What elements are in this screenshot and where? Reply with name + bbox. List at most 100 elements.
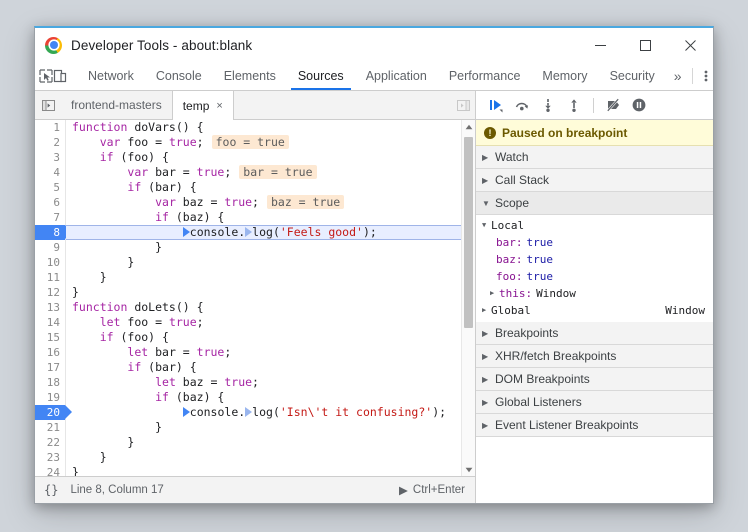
code-text[interactable]: function doVars() { var foo = true; foo =… [66, 120, 461, 476]
more-tabs-icon[interactable]: » [666, 62, 690, 90]
code-line[interactable]: } [66, 465, 461, 476]
line-number[interactable]: 9 [35, 240, 65, 255]
code-line[interactable]: if (bar) { [66, 180, 461, 195]
line-number[interactable]: 22 [35, 435, 65, 450]
code-line[interactable]: let bar = true; [66, 345, 461, 360]
run-snippet-hint[interactable]: ▶ Ctrl+Enter [399, 483, 475, 497]
file-tab-temp[interactable]: temp × [171, 91, 234, 120]
tab-console[interactable]: Console [145, 62, 213, 90]
code-line[interactable]: if (foo) { [66, 330, 461, 345]
line-number[interactable]: 13 [35, 300, 65, 315]
code-line-current[interactable]: console. log('Feels good'); [66, 225, 461, 240]
close-icon[interactable] [668, 28, 713, 62]
code-line[interactable]: function doLets() { [66, 300, 461, 315]
tab-performance[interactable]: Performance [438, 62, 532, 90]
deactivate-breakpoints-icon[interactable] [601, 93, 625, 117]
code-line[interactable]: var bar = true; bar = true [66, 165, 461, 180]
minimize-icon[interactable] [578, 28, 623, 62]
inspect-element-icon[interactable] [39, 62, 53, 90]
sidebar-section-watch[interactable]: ▶ Watch [476, 146, 713, 169]
pause-on-exceptions-icon[interactable] [627, 93, 651, 117]
scrollbar-track[interactable] [462, 133, 475, 463]
line-number[interactable]: 10 [35, 255, 65, 270]
pretty-print-button[interactable]: {} [35, 483, 67, 497]
code-line[interactable]: let foo = true; [66, 315, 461, 330]
step-into-next-function-call-icon[interactable] [536, 93, 560, 117]
tab-sources[interactable]: Sources [287, 62, 355, 90]
sidebar-section-event-listener-breakpoints[interactable]: ▶ Event Listener Breakpoints [476, 414, 713, 437]
scope-local-node[interactable]: ▼ Local [476, 217, 713, 234]
line-number[interactable]: 18 [35, 375, 65, 390]
line-number[interactable]: 6 [35, 195, 65, 210]
tab-security[interactable]: Security [599, 62, 666, 90]
inline-breakpoint-icon[interactable] [182, 227, 190, 238]
line-number[interactable]: 5 [35, 180, 65, 195]
tab-memory[interactable]: Memory [531, 62, 598, 90]
device-toolbar-icon[interactable] [53, 62, 67, 90]
code-line[interactable]: } [66, 270, 461, 285]
code-line[interactable]: } [66, 240, 461, 255]
line-number[interactable]: 24 [35, 465, 65, 476]
code-line[interactable]: if (bar) { [66, 360, 461, 375]
line-number[interactable]: 7 [35, 210, 65, 225]
code-line[interactable]: if (foo) { [66, 150, 461, 165]
code-line[interactable]: } [66, 285, 461, 300]
line-number[interactable]: 4 [35, 165, 65, 180]
line-number[interactable]: 19 [35, 390, 65, 405]
sidebar-section-dom-breakpoints[interactable]: ▶ DOM Breakpoints [476, 368, 713, 391]
line-number[interactable]: 14 [35, 315, 65, 330]
sidebar-section-global-listeners[interactable]: ▶ Global Listeners [476, 391, 713, 414]
sidebar-section-scope[interactable]: ▼ Scope [476, 192, 713, 215]
line-number[interactable]: 12 [35, 285, 65, 300]
line-number[interactable]: 2 [35, 135, 65, 150]
scroll-down-arrow-icon[interactable] [462, 463, 475, 476]
code-line[interactable]: } [66, 450, 461, 465]
step-out-of-current-function-icon[interactable] [562, 93, 586, 117]
code-line[interactable]: if (baz) { [66, 390, 461, 405]
code-line[interactable]: var foo = true; foo = true [66, 135, 461, 150]
scope-var-bar[interactable]: bar: true [476, 234, 713, 251]
line-number[interactable]: 16 [35, 345, 65, 360]
tab-application[interactable]: Application [355, 62, 438, 90]
code-line[interactable]: } [66, 255, 461, 270]
sidebar-section-xhr-fetch-breakpoints[interactable]: ▶ XHR/fetch Breakpoints [476, 345, 713, 368]
file-tab-frontend-masters[interactable]: frontend-masters [61, 91, 172, 119]
inline-breakpoint-candidate-icon[interactable] [245, 227, 253, 238]
line-number[interactable]: 17 [35, 360, 65, 375]
code-line[interactable]: var baz = true; baz = true [66, 195, 461, 210]
line-number[interactable]: 15 [35, 330, 65, 345]
inline-breakpoint-candidate-icon[interactable] [245, 407, 253, 418]
scrollbar-thumb[interactable] [464, 137, 473, 329]
code-line[interactable]: } [66, 435, 461, 450]
more-options-icon[interactable] [695, 62, 717, 90]
maximize-icon[interactable] [623, 28, 668, 62]
code-line[interactable]: function doVars() { [66, 120, 461, 135]
tab-network[interactable]: Network [77, 62, 145, 90]
scope-var-foo[interactable]: foo: true [476, 268, 713, 285]
editor-vertical-scrollbar[interactable] [461, 120, 475, 476]
line-number[interactable]: 21 [35, 420, 65, 435]
line-number[interactable]: 23 [35, 450, 65, 465]
sidebar-section-breakpoints[interactable]: ▶ Breakpoints [476, 322, 713, 345]
step-over-next-function-call-icon[interactable] [510, 93, 534, 117]
line-number[interactable]: 1 [35, 120, 65, 135]
show-navigator-icon[interactable] [35, 91, 61, 119]
code-line[interactable]: if (baz) { [66, 210, 461, 225]
resume-script-execution-icon[interactable] [484, 93, 508, 117]
scope-global-node[interactable]: ▶ Global Window [476, 302, 713, 319]
line-number-breakpoint[interactable]: 8 [35, 225, 72, 240]
line-number[interactable]: 3 [35, 150, 65, 165]
close-icon[interactable]: × [216, 100, 222, 112]
code-line[interactable]: let baz = true; [66, 375, 461, 390]
scroll-up-arrow-icon[interactable] [462, 120, 475, 133]
scope-var-this[interactable]: ▶ this: Window [476, 285, 713, 302]
code-line[interactable]: } [66, 420, 461, 435]
sidebar-section-call-stack[interactable]: ▶ Call Stack [476, 169, 713, 192]
code-line[interactable]: console. log('Isn\'t it confusing?'); [66, 405, 461, 420]
line-number-breakpoint[interactable]: 20 [35, 405, 72, 420]
tab-elements[interactable]: Elements [213, 62, 287, 90]
inline-breakpoint-icon[interactable] [182, 407, 190, 418]
line-number[interactable]: 11 [35, 270, 65, 285]
scope-var-baz[interactable]: baz: true [476, 251, 713, 268]
show-debugger-icon[interactable] [457, 91, 475, 119]
